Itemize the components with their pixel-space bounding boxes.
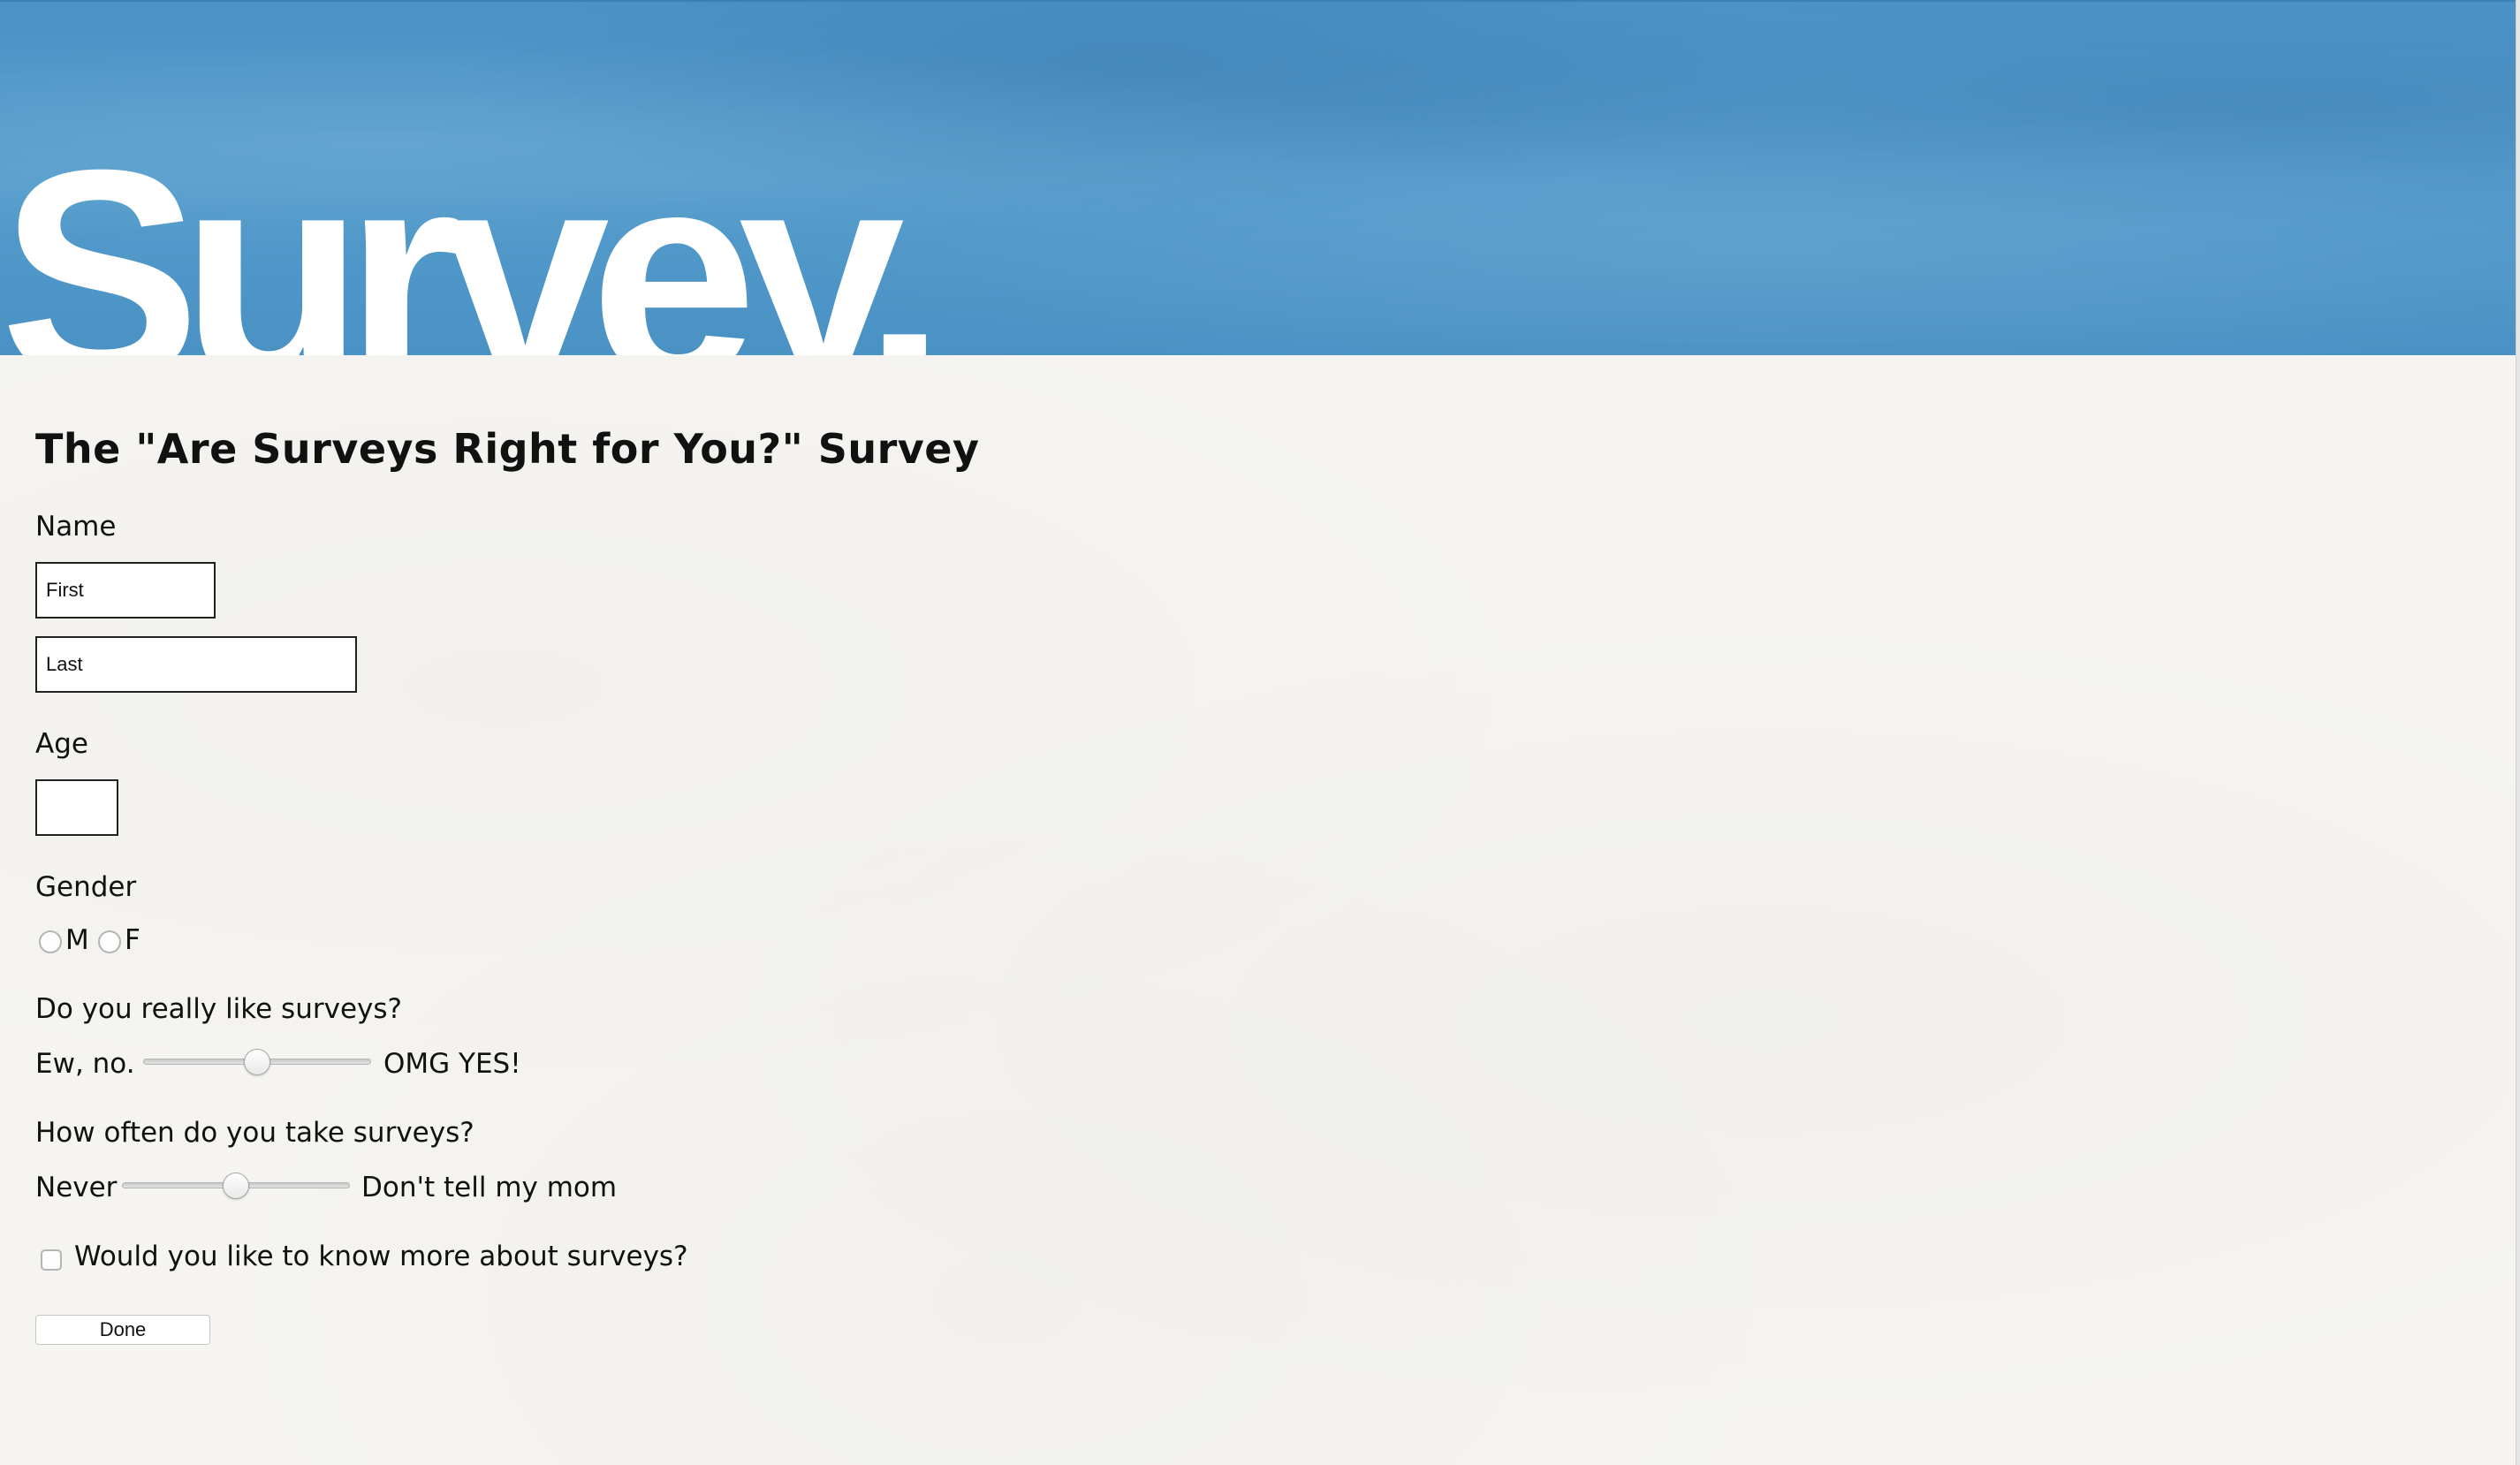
frequency-question: How often do you take surveys? [35, 1117, 474, 1149]
name-label: Name [35, 511, 117, 543]
survey-title: The "Are Surveys Right for You?" Survey [35, 425, 980, 473]
frequency-max-label: Don't tell my mom [361, 1172, 618, 1203]
age-label: Age [35, 728, 88, 760]
first-name-input[interactable] [35, 562, 216, 619]
age-input[interactable] [35, 779, 118, 836]
window-scroll-edge [2516, 0, 2520, 1465]
frequency-min-label: Never [35, 1172, 118, 1203]
slider-thumb[interactable] [244, 1049, 270, 1075]
like-surveys-slider[interactable] [143, 1049, 371, 1075]
gender-option-f-label: F [125, 924, 140, 956]
more-info-checkbox[interactable] [41, 1249, 62, 1271]
like-surveys-max-label: OMG YES! [383, 1048, 521, 1080]
last-name-input[interactable] [35, 636, 357, 693]
gender-radio-f[interactable] [98, 930, 121, 953]
gender-radio-m[interactable] [39, 930, 62, 953]
more-info-label: Would you like to know more about survey… [74, 1241, 688, 1272]
gender-option-m-label: M [65, 924, 89, 956]
like-surveys-min-label: Ew, no. [35, 1048, 135, 1080]
frequency-slider[interactable] [122, 1173, 350, 1199]
banner-title: Survey. [0, 108, 946, 355]
gender-label: Gender [35, 871, 137, 903]
page-background [0, 353, 2520, 1465]
done-button[interactable]: Done [35, 1315, 210, 1345]
header-banner: Survey. [0, 0, 2520, 355]
slider-thumb[interactable] [223, 1173, 249, 1199]
like-surveys-question: Do you really like surveys? [35, 993, 402, 1025]
